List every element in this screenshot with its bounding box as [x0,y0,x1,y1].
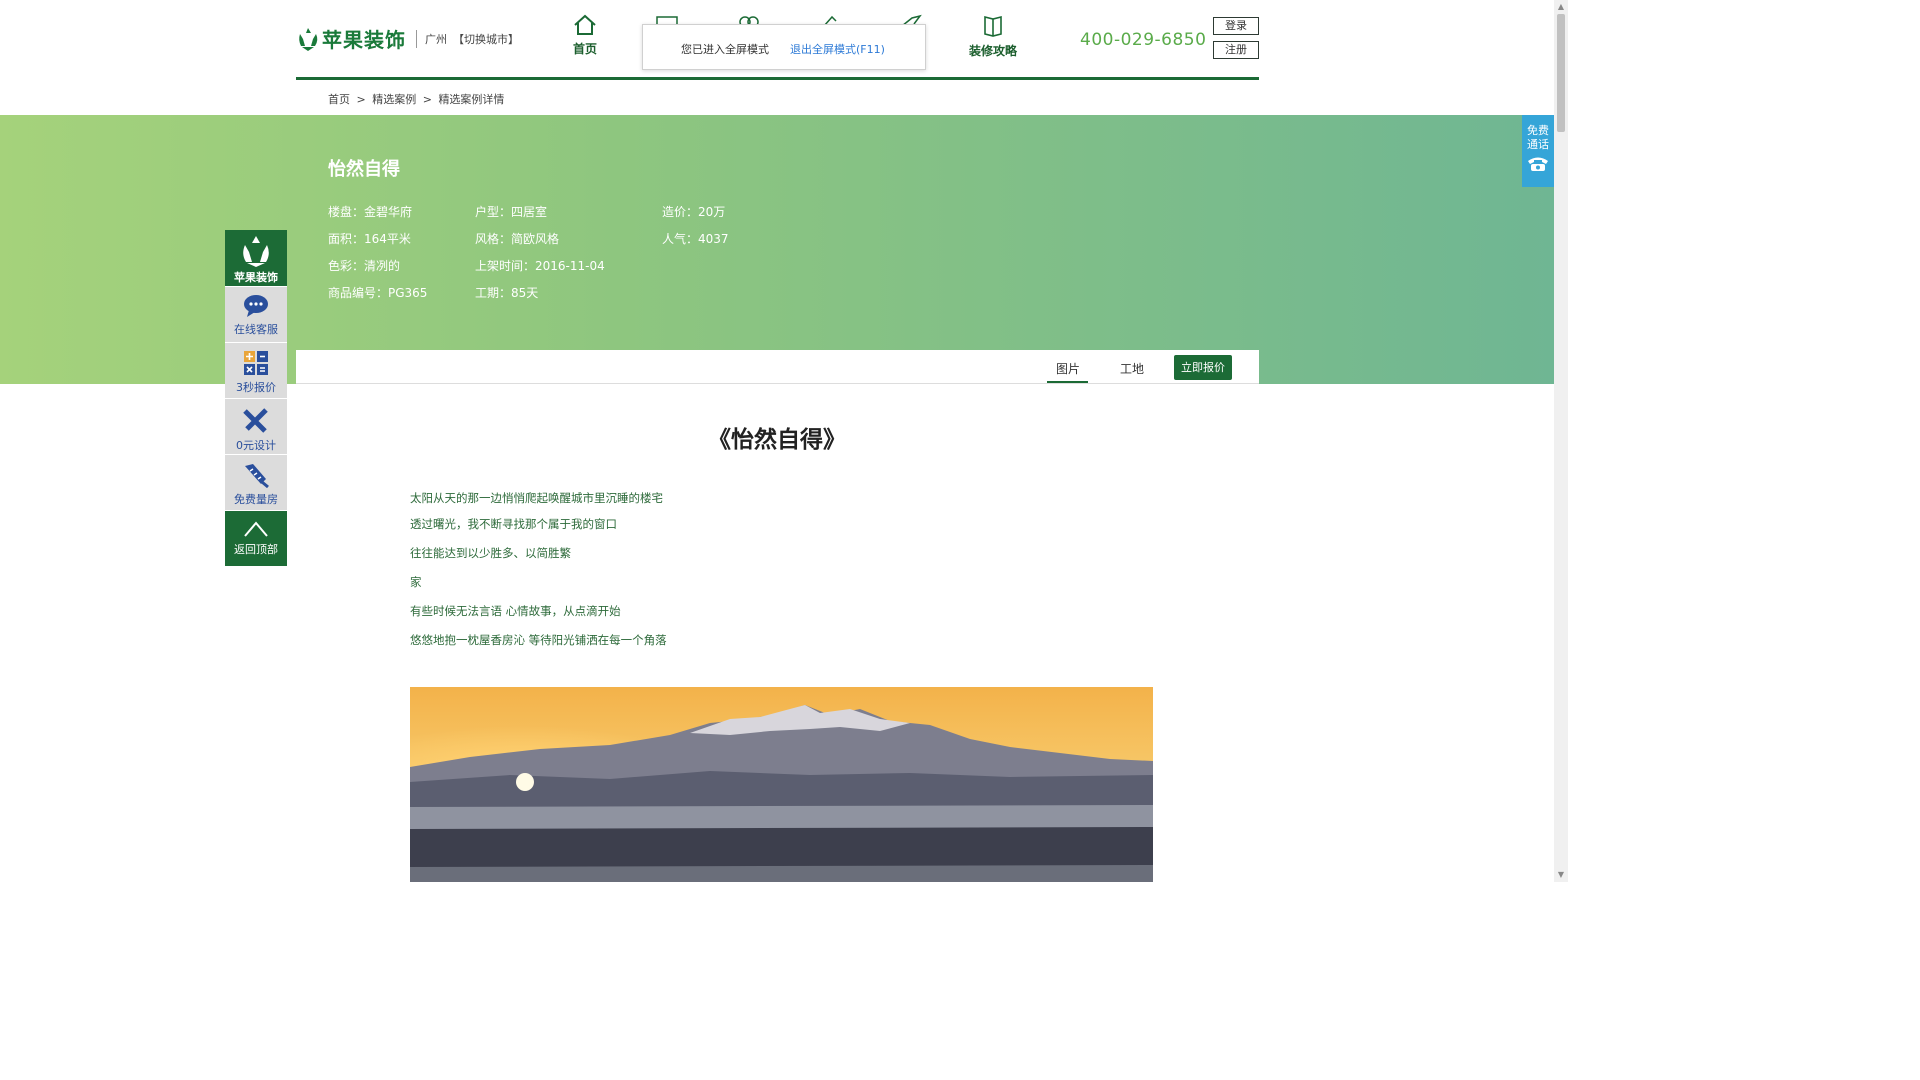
free-design-label: 0元设计 [236,439,276,452]
case-style: 风格：简欧风格 [475,232,560,246]
free-design-button[interactable]: 0元设计 [225,398,287,454]
breadcrumb-home[interactable]: 首页 [328,93,350,106]
breadcrumb-current: 精选案例详情 [438,93,505,106]
case-title: 怡然自得 [328,159,400,180]
breadcrumb-separator: > [356,93,366,106]
case-listed-date: 上架时间：2016-11-04 [475,259,605,273]
sunrise-mountain-image [410,687,1153,882]
case-building: 楼盘：金碧华府 [328,205,413,219]
home-icon [574,14,596,35]
article-line: 家 [410,575,422,589]
scroll-up-arrow-icon[interactable]: ▲ [1554,0,1568,14]
design-tools-icon [243,408,268,433]
online-service-button[interactable]: 在线客服 [225,286,287,342]
page-scrollbar[interactable]: ▲ ▼ [1554,0,1568,882]
breadcrumb-separator: > [422,93,432,106]
sidebar-logo[interactable]: 苹果装饰 [225,230,287,286]
article-line: 悠悠地抱一枕屋香房沁 等待阳光铺洒在每一个角落 [410,633,667,647]
current-city: 广州 [425,32,447,46]
instant-quote-button[interactable]: 立即报价 [1174,355,1232,380]
site-logo[interactable]: 苹果装饰 广州 【切换城市】 [296,24,519,53]
tab-active-indicator [1047,381,1088,383]
tab-site[interactable]: 工地 [1120,360,1144,377]
case-popularity: 人气：4037 [662,232,729,246]
case-duration: 工期：85天 [475,286,539,300]
case-area: 面积：164平米 [328,232,411,246]
quick-quote-button[interactable]: 3秒报价 [225,342,287,398]
chat-bubble-icon [244,295,268,317]
chevron-up-icon [244,521,268,537]
scroll-thumb[interactable] [1557,14,1565,132]
apple-logo-icon [299,27,318,51]
measure-tool-icon [245,464,269,488]
article-line: 有些时候无法言语 心情故事，从点滴开始 [410,604,621,618]
apple-logo-icon [243,236,269,267]
switch-city-link[interactable]: 【切换城市】 [453,31,519,47]
calculator-icon [244,351,268,375]
quick-quote-label: 3秒报价 [236,381,276,394]
nav-home-label: 首页 [572,42,597,56]
back-to-top-label: 返回顶部 [234,543,278,556]
free-call-widget[interactable]: 免费通话 [1522,115,1554,187]
floating-toolbar: 苹果装饰 在线客服 3秒报价 0元设计 免费量房 返回顶部 [225,230,287,566]
breadcrumb-cases[interactable]: 精选案例 [372,93,416,106]
fullscreen-notice: 您已进入全屏模式 退出全屏模式(F11) [642,24,926,70]
free-call-label: 免费通话 [1527,124,1549,151]
case-photo-sunrise [410,687,1153,882]
free-measure-button[interactable]: 免费量房 [225,454,287,510]
online-service-label: 在线客服 [234,323,278,336]
exit-fullscreen-link[interactable]: 退出全屏模式(F11) [790,41,885,57]
free-measure-label: 免费量房 [234,493,278,506]
nav-guide-label: 装修攻略 [968,44,1017,58]
breadcrumb: 首页 > 精选案例 > 精选案例详情 [328,91,507,107]
back-to-top-button[interactable]: 返回顶部 [225,510,287,566]
login-button[interactable]: 登录 [1213,17,1259,35]
scroll-down-arrow-icon[interactable]: ▼ [1554,868,1568,882]
register-button[interactable]: 注册 [1213,41,1259,59]
nav-decoration-guide[interactable]: 装修攻略 [963,14,1023,59]
telephone-icon [1528,157,1548,171]
fullscreen-notice-text: 您已进入全屏模式 [681,43,769,56]
case-code: 商品编号：PG365 [328,286,428,300]
article-line: 太阳从天的那一边悄悄爬起唤醒城市里沉睡的楼宅 [410,491,663,505]
article-line: 透过曙光，我不断寻找那个属于我的窗口 [410,517,617,531]
header-divider [296,77,1259,80]
case-color: 色彩：清冽的 [328,259,401,273]
page: 苹果装饰 广州 【切换城市】 首页 装修攻略 400-029-6850 登录 注… [0,0,1568,882]
brand-name: 苹果装饰 [322,28,406,52]
nav-home[interactable]: 首页 [555,14,615,57]
case-tab-bar [296,350,1259,384]
case-cost: 造价：20万 [662,205,726,219]
sidebar-brand-name: 苹果装饰 [234,271,278,284]
hotline-number: 400-029-6850 [1080,30,1207,50]
case-layout: 户型：四居室 [475,205,548,219]
article-line: 往往能达到以少胜多、以简胜繁 [410,546,571,560]
book-icon [984,15,1002,37]
tab-pictures[interactable]: 图片 [1056,360,1080,377]
logo-divider [416,29,417,48]
